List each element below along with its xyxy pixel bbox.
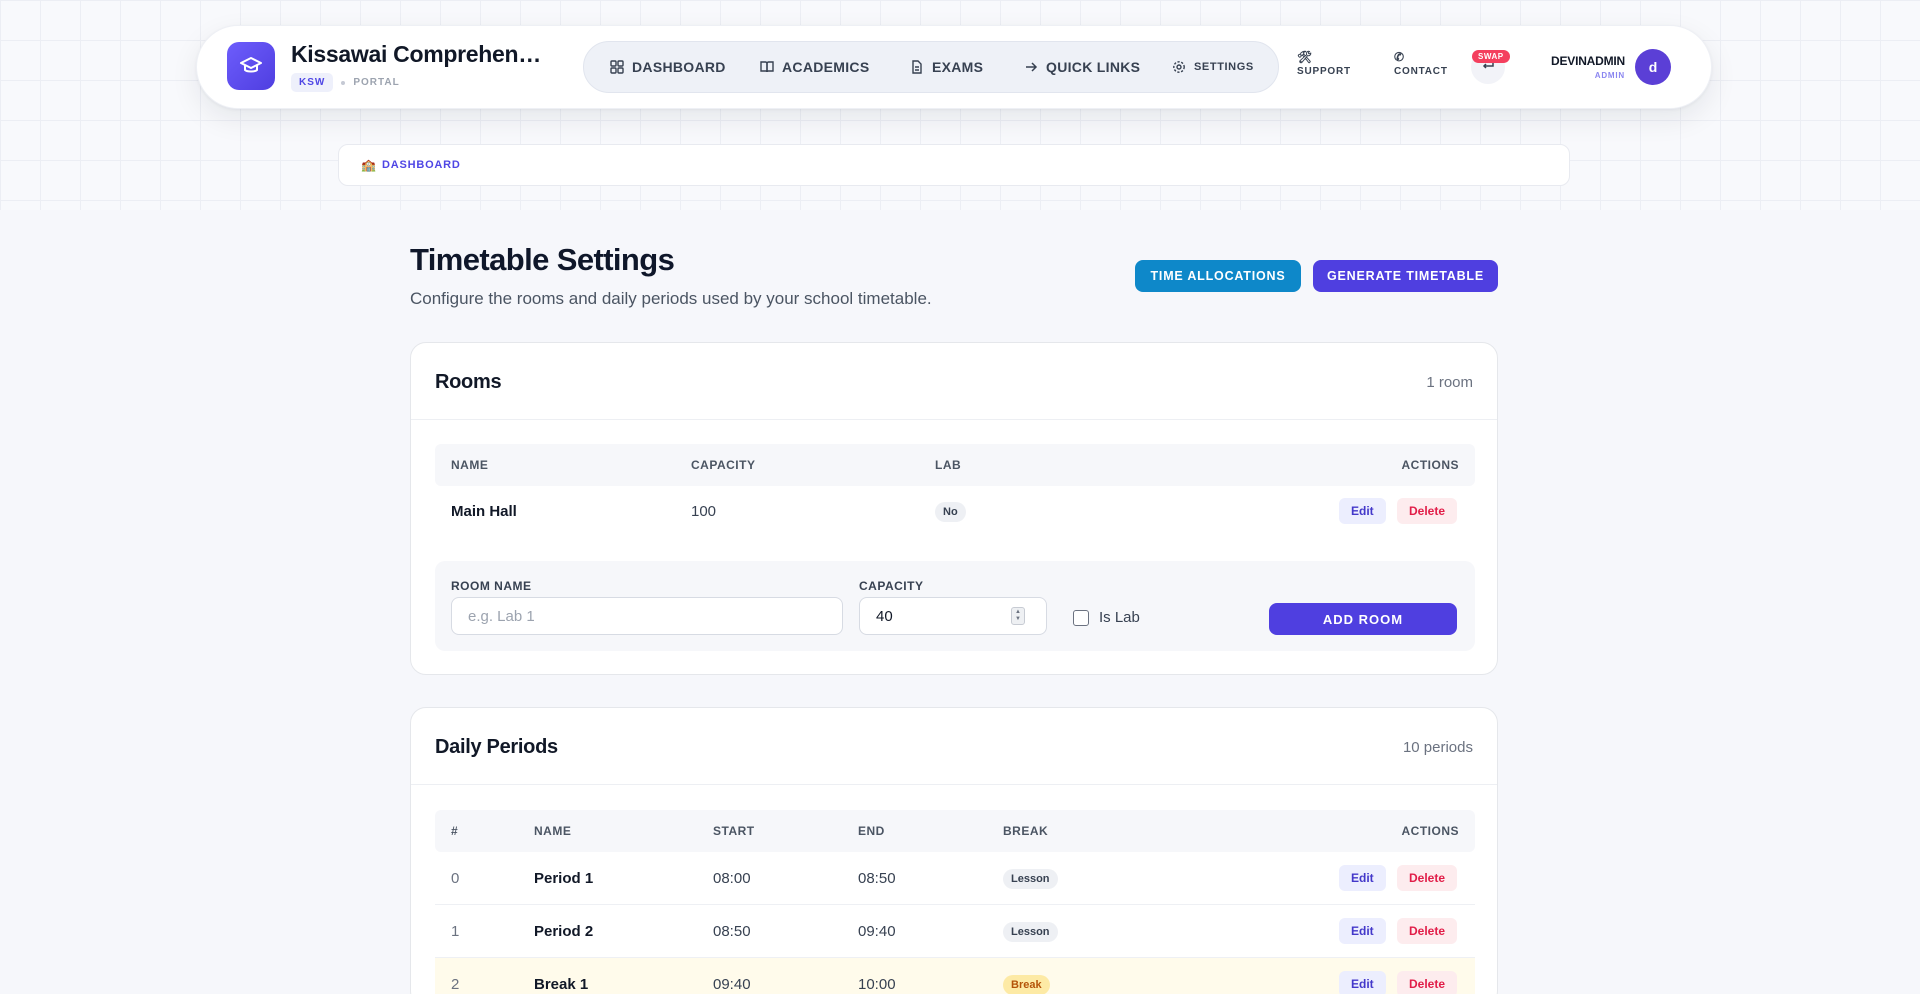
col-capacity: CAPACITY — [691, 458, 756, 472]
col-break: BREAK — [1003, 824, 1049, 838]
user-name: DEVINADMIN — [1551, 54, 1626, 68]
table-row: 2 Break 1 09:40 10:00 Break Edit Delete — [435, 958, 1475, 994]
nav-settings-label: SETTINGS — [1194, 61, 1254, 73]
arrow-right-icon — [1026, 62, 1038, 72]
lab-badge: No — [935, 502, 966, 522]
user-role: ADMIN — [1594, 71, 1625, 80]
periods-card: Daily Periods 10 periods # NAME START EN… — [410, 707, 1498, 994]
nav-quick-links[interactable]: QUICK LINKS — [1024, 42, 1140, 92]
period-num: 1 — [451, 923, 460, 940]
graduation-cap-icon[interactable] — [227, 42, 275, 90]
top-navbar: Kissawai Comprehensive School KSW PORTAL… — [196, 25, 1712, 109]
break-badge: Break — [1003, 975, 1050, 994]
swap-badge: SWAP — [1472, 50, 1510, 63]
delete-button[interactable]: Delete — [1397, 498, 1458, 524]
edit-button[interactable]: Edit — [1339, 865, 1386, 891]
col-end: END — [858, 824, 885, 838]
delete-button[interactable]: Delete — [1397, 918, 1458, 944]
school-icon: 🏫 — [361, 158, 376, 172]
nav-academics[interactable]: ACADEMICS — [760, 42, 869, 92]
room-name-label: ROOM NAME — [451, 579, 532, 593]
nav-settings[interactable]: SETTINGS — [1172, 42, 1254, 92]
contact-link[interactable]: ✆ CONTACT — [1394, 50, 1448, 77]
col-actions: ACTIONS — [1401, 824, 1459, 838]
school-name: Kissawai Comprehensive School — [291, 41, 551, 67]
col-start: START — [713, 824, 755, 838]
table-row: 0 Period 1 08:00 08:50 Lesson Edit Delet… — [435, 852, 1475, 905]
is-lab-checkbox[interactable] — [1073, 610, 1089, 626]
school-meta: KSW PORTAL — [291, 73, 400, 92]
nav-dashboard[interactable]: DASHBOARD — [610, 42, 726, 92]
delete-button[interactable]: Delete — [1397, 865, 1458, 891]
edit-button[interactable]: Edit — [1339, 498, 1386, 524]
portal-label: PORTAL — [353, 77, 400, 88]
tools-icon: 🛠 — [1297, 50, 1314, 64]
period-name: Break 1 — [534, 976, 589, 993]
book-icon — [760, 61, 774, 73]
periods-table-header: # NAME START END BREAK ACTIONS — [435, 810, 1475, 852]
period-num: 0 — [451, 870, 460, 887]
period-name: Period 1 — [534, 870, 594, 887]
nav-exams[interactable]: EXAMS — [910, 42, 983, 92]
table-row: Main Hall 100 No Edit Delete — [435, 486, 1475, 539]
document-icon — [912, 60, 922, 74]
col-name: NAME — [534, 824, 572, 838]
period-name: Period 2 — [534, 923, 594, 940]
capacity-stepper[interactable]: ▲ ▼ — [1011, 607, 1025, 625]
period-end: 10:00 — [858, 976, 896, 993]
nav-dashboard-label: DASHBOARD — [632, 59, 726, 75]
room-capacity: 100 — [691, 503, 717, 520]
table-row: 1 Period 2 08:50 09:40 Lesson Edit Delet… — [435, 905, 1475, 958]
school-code-badge: KSW — [291, 73, 334, 92]
rooms-card: Rooms 1 room NAME CAPACITY LAB ACTIONS M… — [410, 342, 1498, 675]
room-name: Main Hall — [451, 503, 517, 520]
add-room-form: ROOM NAME CAPACITY ▲▼ Is Lab ADD ROOM — [435, 561, 1475, 651]
delete-button[interactable]: Delete — [1397, 971, 1458, 994]
edit-button[interactable]: Edit — [1339, 971, 1386, 994]
separator-dot — [341, 80, 346, 85]
lesson-badge: Lesson — [1003, 869, 1058, 889]
col-actions: ACTIONS — [1401, 458, 1459, 472]
period-start: 08:00 — [713, 870, 751, 887]
room-name-input[interactable] — [451, 597, 843, 635]
rooms-count: 1 room — [1426, 374, 1473, 391]
col-name: NAME — [451, 458, 489, 472]
grid-icon — [610, 60, 624, 74]
support-link[interactable]: 🛠 SUPPORT — [1297, 50, 1351, 77]
nav-exams-label: EXAMS — [932, 59, 984, 75]
col-lab: LAB — [935, 458, 962, 472]
period-start: 08:50 — [713, 923, 751, 940]
col-num: # — [451, 824, 459, 838]
page-title: Timetable Settings — [410, 242, 675, 277]
nav-academics-label: ACADEMICS — [782, 59, 870, 75]
period-end: 08:50 — [858, 870, 896, 887]
page-subtitle: Configure the rooms and daily periods us… — [410, 289, 932, 308]
lesson-badge: Lesson — [1003, 922, 1058, 942]
phone-icon: ✆ — [1394, 50, 1405, 64]
capacity-field: ▲▼ — [859, 597, 1047, 635]
add-room-button[interactable]: ADD ROOM — [1269, 603, 1457, 635]
contact-label: CONTACT — [1394, 66, 1448, 77]
avatar[interactable]: d — [1635, 49, 1671, 85]
gear-icon — [1173, 61, 1185, 73]
support-label: SUPPORT — [1297, 66, 1351, 77]
periods-card-header: Daily Periods 10 periods — [411, 708, 1497, 785]
breadcrumb: 🏫 DASHBOARD — [338, 144, 1570, 186]
rooms-table-header: NAME CAPACITY LAB ACTIONS — [435, 444, 1475, 486]
nav-quick-links-label: QUICK LINKS — [1046, 59, 1141, 75]
generate-timetable-button[interactable]: GENERATE TIMETABLE — [1313, 260, 1498, 292]
breadcrumb-dashboard[interactable]: DASHBOARD — [382, 159, 461, 171]
edit-button[interactable]: Edit — [1339, 918, 1386, 944]
period-end: 09:40 — [858, 923, 896, 940]
periods-title: Daily Periods — [435, 736, 558, 758]
is-lab-label[interactable]: Is Lab — [1099, 609, 1140, 626]
periods-count: 10 periods — [1402, 739, 1473, 756]
rooms-title: Rooms — [435, 371, 502, 393]
capacity-label: CAPACITY — [859, 579, 924, 593]
main-nav: DASHBOARD ACADEMICS EXAMS QUICK LINKS SE… — [583, 41, 1279, 93]
period-num: 2 — [451, 976, 460, 993]
time-allocations-button[interactable]: TIME ALLOCATIONS — [1135, 260, 1301, 292]
period-start: 09:40 — [713, 976, 751, 993]
rooms-card-header: Rooms 1 room — [411, 343, 1497, 420]
